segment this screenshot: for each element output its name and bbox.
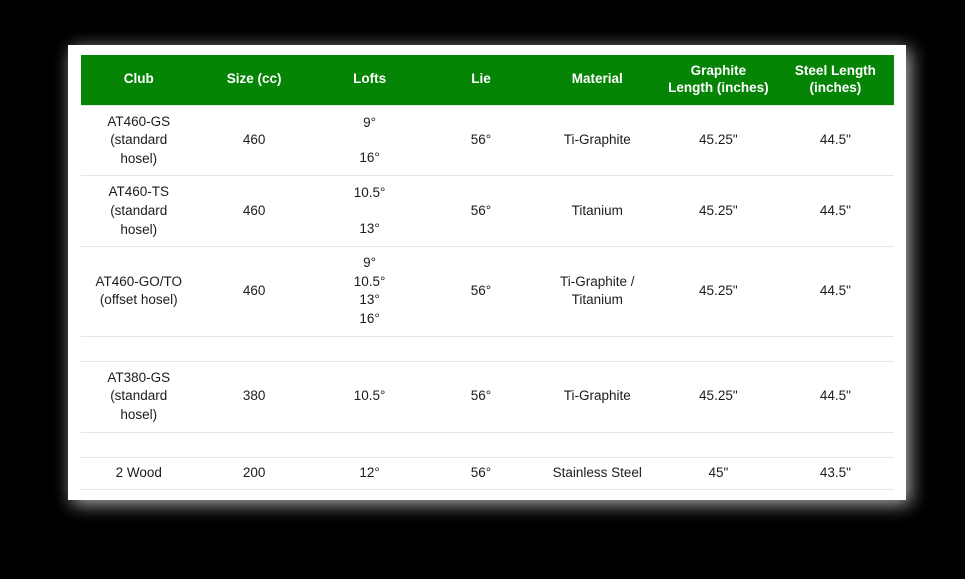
cell-lofts: 12° xyxy=(311,456,428,491)
club-line-2: (offset hosel) xyxy=(99,292,178,308)
cell-material: Ti-Graphite xyxy=(534,360,660,433)
loft-value: 16° xyxy=(359,311,380,327)
cell-graphite-length: 45.25" xyxy=(659,175,777,248)
loft-value: 16° xyxy=(359,150,380,166)
cell-lofts: 9° 16° xyxy=(311,104,428,177)
graphite-header-line-2: Length (inches) xyxy=(668,79,769,95)
cell-empty xyxy=(534,431,660,458)
empty-spacer-row xyxy=(81,335,894,362)
cell-graphite-length: 45.25" xyxy=(659,104,777,177)
club-line-3: hosel) xyxy=(120,150,158,166)
cell-empty xyxy=(534,335,660,362)
cell-material: Ti-Graphite / Titanium xyxy=(534,246,660,337)
column-header-club: Club xyxy=(81,55,197,106)
cell-lie: 56° xyxy=(427,360,535,433)
material-line-2: Titanium xyxy=(571,292,623,308)
empty-spacer-row xyxy=(81,431,894,458)
club-line-2: (standard xyxy=(110,202,168,218)
loft-value: 9° xyxy=(363,255,377,271)
material-line-1: Ti-Graphite / xyxy=(559,273,635,289)
cell-graphite-length: 45" xyxy=(659,456,777,491)
lofts-stack: 9° 10.5° 13° 16° xyxy=(316,254,423,329)
cell-steel-length: 44.5" xyxy=(776,104,894,177)
table-body: AT460-GS (standard hosel) 460 9° 16° 56°… xyxy=(81,104,894,491)
cell-empty xyxy=(659,431,777,458)
spec-table-panel: Club Size (cc) Lofts Lie Material Graphi… xyxy=(68,45,906,500)
header-row: Club Size (cc) Lofts Lie Material Graphi… xyxy=(81,55,894,106)
steel-header-line-2: (inches) xyxy=(809,79,862,95)
cell-empty xyxy=(81,431,197,458)
loft-value: 13° xyxy=(359,292,380,308)
cell-empty xyxy=(81,335,197,362)
cell-club: AT460-GO/TO (offset hosel) xyxy=(81,246,197,337)
table-row: 2 Wood 200 12° 56° Stainless Steel 45" 4… xyxy=(81,456,894,491)
lofts-stack: 10.5° 13° xyxy=(316,184,423,238)
table-row: AT380-GS (standard hosel) 380 10.5° 56° … xyxy=(81,360,894,433)
club-line-1: AT460-GO/TO xyxy=(95,273,182,289)
cell-empty xyxy=(311,335,428,362)
club-line-3: hosel) xyxy=(120,221,158,237)
table-header: Club Size (cc) Lofts Lie Material Graphi… xyxy=(81,55,894,106)
cell-club: AT460-GS (standard hosel) xyxy=(81,104,197,177)
cell-size: 460 xyxy=(196,104,312,177)
club-line-3: hosel) xyxy=(120,407,158,423)
table-row: AT460-GO/TO (offset hosel) 460 9° 10.5° … xyxy=(81,246,894,337)
cell-material: Stainless Steel xyxy=(534,456,660,491)
club-specifications-table: Club Size (cc) Lofts Lie Material Graphi… xyxy=(81,55,894,491)
cell-steel-length: 44.5" xyxy=(776,246,894,337)
cell-empty xyxy=(427,431,535,458)
cell-steel-length: 44.5" xyxy=(776,360,894,433)
lofts-stack: 9° 16° xyxy=(316,114,423,168)
club-line-2: (standard xyxy=(110,132,168,148)
cell-empty xyxy=(427,335,535,362)
loft-spacer xyxy=(316,203,423,220)
cell-lie: 56° xyxy=(427,104,535,177)
graphite-header-line-1: Graphite xyxy=(690,63,747,78)
cell-lie: 56° xyxy=(427,175,535,248)
column-header-steel-length: Steel Length (inches) xyxy=(776,55,894,106)
club-line-1: AT460-TS xyxy=(108,184,169,200)
cell-empty xyxy=(776,431,894,458)
cell-size: 460 xyxy=(196,246,312,337)
cell-empty xyxy=(659,335,777,362)
cell-size: 460 xyxy=(196,175,312,248)
cell-club: AT460-TS (standard hosel) xyxy=(81,175,197,248)
cell-steel-length: 43.5" xyxy=(776,456,894,491)
column-header-lofts: Lofts xyxy=(311,55,428,106)
column-header-size: Size (cc) xyxy=(196,55,312,106)
column-header-graphite-length: Graphite Length (inches) xyxy=(659,55,777,106)
cell-empty xyxy=(311,431,428,458)
cell-empty xyxy=(196,335,312,362)
column-header-lie: Lie xyxy=(427,55,535,106)
table-row: AT460-GS (standard hosel) 460 9° 16° 56°… xyxy=(81,104,894,177)
cell-lie: 56° xyxy=(427,456,535,491)
loft-value: 10.5° xyxy=(353,273,386,289)
cell-material: Ti-Graphite xyxy=(534,104,660,177)
cell-empty xyxy=(196,431,312,458)
cell-material: Titanium xyxy=(534,175,660,248)
cell-empty xyxy=(776,335,894,362)
cell-graphite-length: 45.25" xyxy=(659,360,777,433)
cell-graphite-length: 45.25" xyxy=(659,246,777,337)
cell-size: 200 xyxy=(196,456,312,491)
cell-lofts: 10.5° 13° xyxy=(311,175,428,248)
cell-club: AT380-GS (standard hosel) xyxy=(81,360,197,433)
club-line-1: AT460-GS xyxy=(107,113,171,129)
table-row: AT460-TS (standard hosel) 460 10.5° 13° … xyxy=(81,175,894,248)
loft-spacer xyxy=(316,132,423,149)
cell-club: 2 Wood xyxy=(81,456,197,491)
loft-value: 13° xyxy=(359,220,380,236)
steel-header-line-1: Steel Length xyxy=(794,63,876,78)
cell-lofts: 10.5° xyxy=(311,360,428,433)
club-line-2: (standard xyxy=(110,388,168,404)
cell-steel-length: 44.5" xyxy=(776,175,894,248)
cell-size: 380 xyxy=(196,360,312,433)
column-header-material: Material xyxy=(534,55,660,106)
club-line-1: AT380-GS xyxy=(107,369,171,385)
loft-value: 10.5° xyxy=(353,185,386,201)
loft-value: 9° xyxy=(363,114,377,130)
cell-lie: 56° xyxy=(427,246,535,337)
cell-lofts: 9° 10.5° 13° 16° xyxy=(311,246,428,337)
screen: Club Size (cc) Lofts Lie Material Graphi… xyxy=(0,0,965,579)
